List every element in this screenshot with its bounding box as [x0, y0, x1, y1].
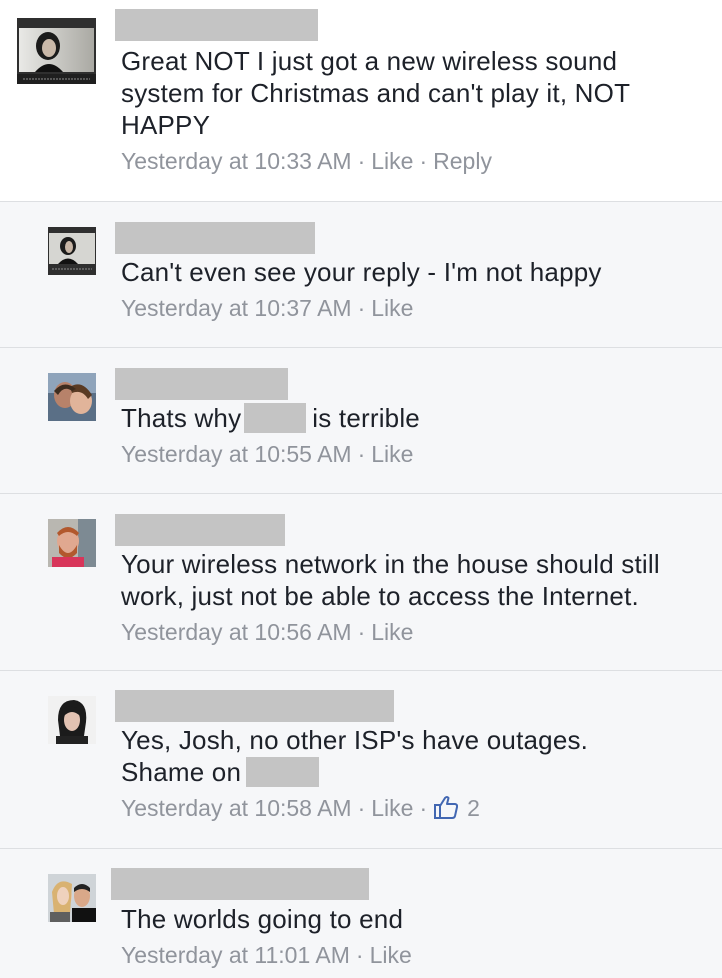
comment-text: Yes, Josh, no other ISP's have outages. … — [121, 724, 588, 788]
redacted-word — [244, 403, 307, 434]
separator-dot: · — [357, 795, 366, 821]
avatar[interactable] — [48, 874, 96, 922]
avatar[interactable] — [48, 696, 96, 744]
comment-text-part: Thats why — [121, 403, 242, 433]
comment-text: Your wireless network in the house shoul… — [121, 548, 660, 612]
comment-line: Shame on — [121, 756, 588, 788]
redacted-name — [115, 368, 288, 400]
separator-dot: · — [419, 148, 428, 174]
comment-text-part: Shame on — [121, 757, 242, 787]
comment: Your wireless network in the house shoul… — [0, 494, 722, 671]
reply-link[interactable]: Reply — [433, 148, 492, 174]
comment: Great NOT I just got a new wireless soun… — [0, 0, 722, 202]
comment-meta: Yesterday at 10:56 AM · Like — [121, 619, 413, 646]
comment-text: Can't even see your reply - I'm not happ… — [121, 257, 602, 287]
avatar[interactable] — [17, 18, 96, 84]
like-link[interactable]: Like — [371, 795, 413, 821]
redacted-name — [115, 222, 315, 254]
separator-dot: · — [357, 148, 366, 174]
separator-dot: · — [357, 619, 366, 645]
comment-line: Your wireless network in the house shoul… — [121, 549, 660, 579]
comment-line: HAPPY — [121, 110, 211, 140]
redacted-name — [115, 9, 318, 41]
redacted-name — [115, 514, 285, 546]
separator-dot: · — [355, 942, 364, 968]
redacted-word — [246, 757, 320, 788]
redacted-name — [111, 868, 369, 900]
comment: Can't even see your reply - I'm not happ… — [0, 202, 722, 348]
like-link[interactable]: Like — [371, 619, 413, 645]
timestamp[interactable]: Yesterday at 10:33 AM — [121, 148, 352, 174]
like-link[interactable]: Like — [371, 295, 413, 321]
comment: Yes, Josh, no other ISP's have outages. … — [0, 671, 722, 849]
comment-text: The worlds going to end — [121, 904, 404, 934]
comment-meta: Yesterday at 11:01 AM · Like — [121, 942, 412, 969]
like-link[interactable]: Like — [371, 441, 413, 467]
comment-line: system for Christmas and can't play it, … — [121, 78, 631, 108]
timestamp[interactable]: Yesterday at 11:01 AM — [121, 942, 350, 968]
comment-line: Great NOT I just got a new wireless soun… — [121, 46, 618, 76]
like-count[interactable]: 2 — [467, 795, 480, 821]
timestamp[interactable]: Yesterday at 10:58 AM — [121, 795, 352, 821]
comment-meta: Yesterday at 10:58 AM · Like · 2 — [121, 795, 480, 822]
redacted-name — [115, 690, 394, 722]
comment-meta: Yesterday at 10:37 AM · Like — [121, 295, 413, 322]
like-link[interactable]: Like — [370, 942, 412, 968]
comment-text: Great NOT I just got a new wireless soun… — [121, 45, 630, 141]
timestamp[interactable]: Yesterday at 10:56 AM — [121, 619, 352, 645]
comment-text: Thats why is terrible — [121, 402, 420, 434]
comment-line: Yes, Josh, no other ISP's have outages. — [121, 725, 589, 755]
avatar[interactable] — [48, 227, 96, 275]
comment: The worlds going to end Yesterday at 11:… — [0, 849, 722, 978]
avatar[interactable] — [48, 373, 96, 421]
comment: Thats why is terrible Yesterday at 10:55 … — [0, 348, 722, 494]
thumbs-up-icon[interactable] — [433, 795, 459, 819]
comment-thread: Great NOT I just got a new wireless soun… — [0, 0, 722, 978]
separator-dot: · — [357, 295, 366, 321]
comment-text-part: is terrible — [312, 403, 420, 433]
separator-dot: · — [357, 441, 366, 467]
comment-meta: Yesterday at 10:55 AM · Like — [121, 441, 413, 468]
comment-meta: Yesterday at 10:33 AM · Like · Reply — [121, 148, 492, 175]
avatar[interactable] — [48, 519, 96, 567]
timestamp[interactable]: Yesterday at 10:55 AM — [121, 441, 352, 467]
comment-line: work, just not be able to access the Int… — [121, 581, 639, 611]
timestamp[interactable]: Yesterday at 10:37 AM — [121, 295, 352, 321]
like-link[interactable]: Like — [371, 148, 413, 174]
separator-dot: · — [419, 795, 428, 821]
